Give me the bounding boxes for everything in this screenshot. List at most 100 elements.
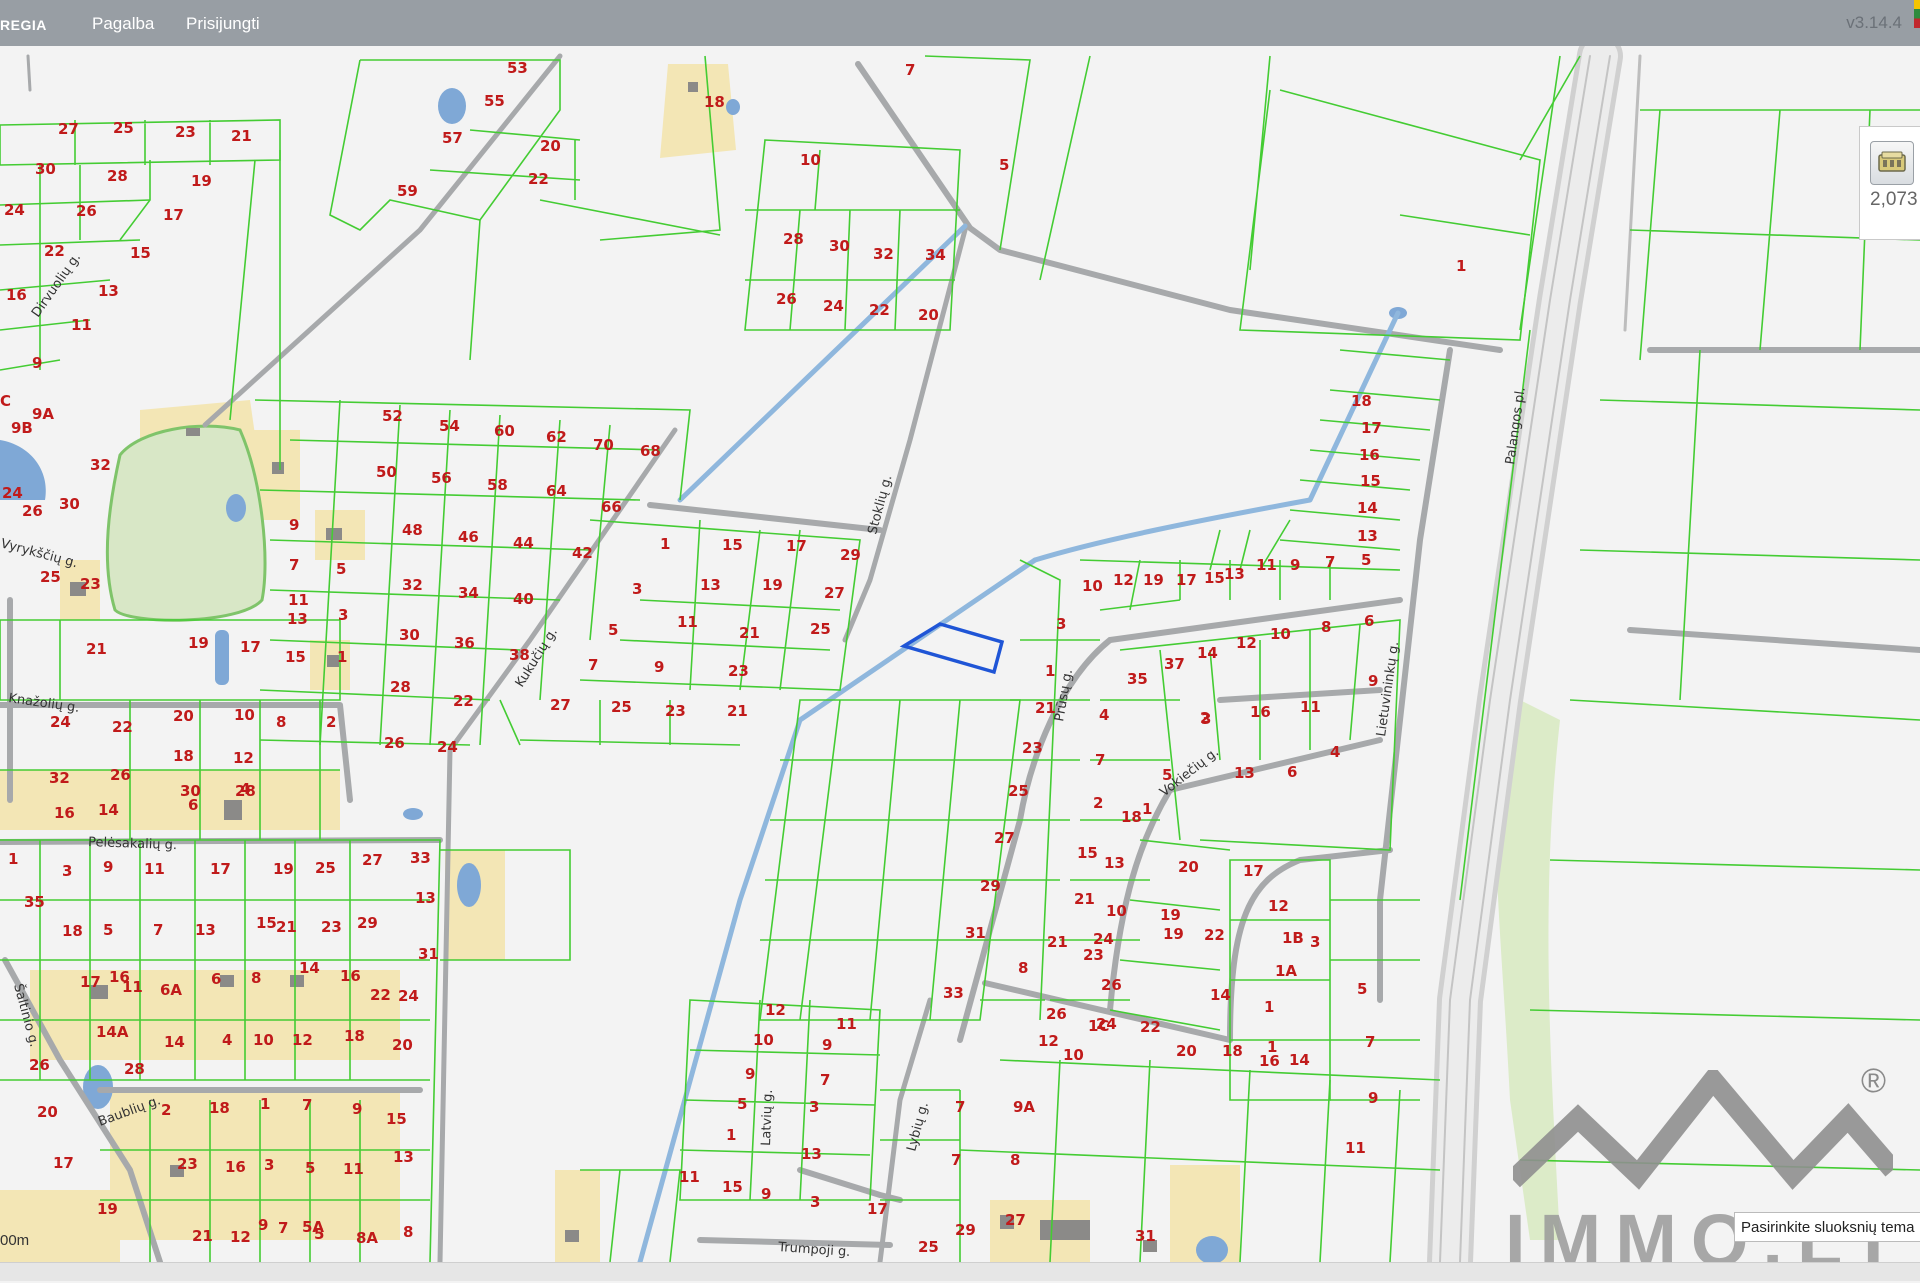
building: [224, 800, 242, 820]
parcel-number: 13: [1104, 854, 1125, 872]
parcel-number: 9: [1368, 1089, 1378, 1107]
parcel-number: 23: [728, 662, 749, 680]
parcel-number: 16: [1250, 703, 1271, 721]
parcel-number: 23: [80, 575, 101, 593]
parcel-number: 25: [1008, 782, 1029, 800]
parcel-number: 24: [398, 987, 419, 1005]
layers-icon: [1878, 151, 1906, 172]
menu-login[interactable]: Prisijungti: [186, 14, 260, 34]
parcel-number: 30: [59, 495, 80, 513]
parcel-number: 9: [654, 658, 664, 676]
pond: [726, 99, 740, 115]
parcel-number: 19: [188, 634, 209, 652]
building: [272, 462, 284, 474]
layer-panel: 2,073: [1859, 126, 1920, 240]
parcel-number: 13: [1357, 527, 1378, 545]
parcel-number: 5: [103, 921, 113, 939]
parcel-number: 33: [410, 849, 431, 867]
parcel-number: 62: [546, 428, 567, 446]
parcel-number: 60: [494, 422, 515, 440]
parcel-number: 9: [352, 1100, 362, 1118]
parcel-number: 19: [762, 576, 783, 594]
parcel-number: 11: [1300, 698, 1321, 716]
parcel-number: 10: [253, 1031, 274, 1049]
parcel-number: 12: [233, 749, 254, 767]
parcel-number: 55: [484, 92, 505, 110]
parcel-number: 19: [273, 860, 294, 878]
parcel-number: 15: [256, 914, 277, 932]
pond: [215, 630, 229, 685]
parcel-number: 13: [1224, 565, 1245, 583]
parcel-number: 50: [376, 463, 397, 481]
parcel-number: 40: [513, 590, 534, 608]
parcel-number: 21: [276, 918, 297, 936]
parcel-number: 34: [458, 584, 479, 602]
parcel-number: 9A: [32, 405, 54, 423]
parcel-number: 20: [173, 707, 194, 725]
language-flag-icon[interactable]: [1914, 0, 1920, 28]
parcel-number: 17: [210, 860, 231, 878]
parcel-number: 12: [1236, 634, 1257, 652]
parcel-number: 27: [550, 696, 571, 714]
parcel-number: 14: [299, 959, 320, 977]
parcel-number: 17: [53, 1154, 74, 1172]
parcel-number: 11: [1345, 1139, 1366, 1157]
parcel-number: 20: [918, 306, 939, 324]
parcel-number: 11: [144, 860, 165, 878]
parcel-number: 18: [173, 747, 194, 765]
parcel-number: 18: [1351, 392, 1372, 410]
parcel-number: 53: [507, 59, 528, 77]
parcel-number: 15: [1360, 472, 1381, 490]
yard: [555, 1170, 600, 1262]
parcel-number: 22: [112, 718, 133, 736]
building: [688, 82, 698, 92]
parcel-number: 54: [439, 417, 460, 435]
parcel-number: 26: [76, 202, 97, 220]
parcel-number: 17: [786, 537, 807, 555]
parcel-number: 1B: [1282, 929, 1304, 947]
parcel-number: 18: [344, 1027, 365, 1045]
parcel-number: 46: [458, 528, 479, 546]
parcel-number: 7: [955, 1098, 965, 1116]
parcel-number: 48: [402, 521, 423, 539]
parcel-number: 37: [1164, 655, 1185, 673]
parcel-number: 11: [1256, 556, 1277, 574]
parcel-number: 25: [113, 119, 134, 137]
parcel-number: 26: [110, 766, 131, 784]
parcel-number: 27: [58, 120, 79, 138]
parcel-number: 17: [1243, 862, 1264, 880]
parcel-number: 15: [285, 648, 306, 666]
parcel-number: 20: [1176, 1042, 1197, 1060]
brand-logo[interactable]: REGIA: [0, 17, 47, 33]
street-label: Pelėsakalių g.: [88, 835, 177, 853]
parcel-number: 28: [124, 1060, 145, 1078]
parcel-number: 24: [437, 738, 458, 756]
parcel-number: 9: [103, 858, 113, 876]
parcel-number: 17: [240, 638, 261, 656]
parcel-number: 9: [1290, 556, 1300, 574]
layer-theme-select[interactable]: Pasirinkite sluoksnių tema: [1734, 1212, 1920, 1242]
parcel-number: 20: [37, 1103, 58, 1121]
status-bar: [0, 1262, 1920, 1281]
parcel-number: 22: [1204, 926, 1225, 944]
parcel-number: 21: [1047, 933, 1068, 951]
parcel-number: 19: [97, 1200, 118, 1218]
parcel-number: 9B: [11, 419, 33, 437]
parcel-number: 13: [415, 889, 436, 907]
parcel-number: 18: [1222, 1042, 1243, 1060]
parcel-number: 30: [35, 160, 56, 178]
parcel-number: 17: [1361, 419, 1382, 437]
parcel-number: 27: [824, 584, 845, 602]
parcel-number: 12: [765, 1001, 786, 1019]
parcel-number: 1: [8, 850, 18, 868]
parcel-number: 16: [225, 1158, 246, 1176]
parcel-number: 11: [288, 591, 309, 609]
parcel-number: 27: [1005, 1211, 1026, 1229]
parcel-number: 32: [402, 576, 423, 594]
parcel-number: 11: [679, 1168, 700, 1186]
street-label: Latvių g.: [759, 1089, 776, 1146]
layers-button[interactable]: [1870, 141, 1914, 185]
building: [220, 975, 234, 987]
parcel-number: 10: [753, 1031, 774, 1049]
menu-help[interactable]: Pagalba: [92, 14, 154, 34]
